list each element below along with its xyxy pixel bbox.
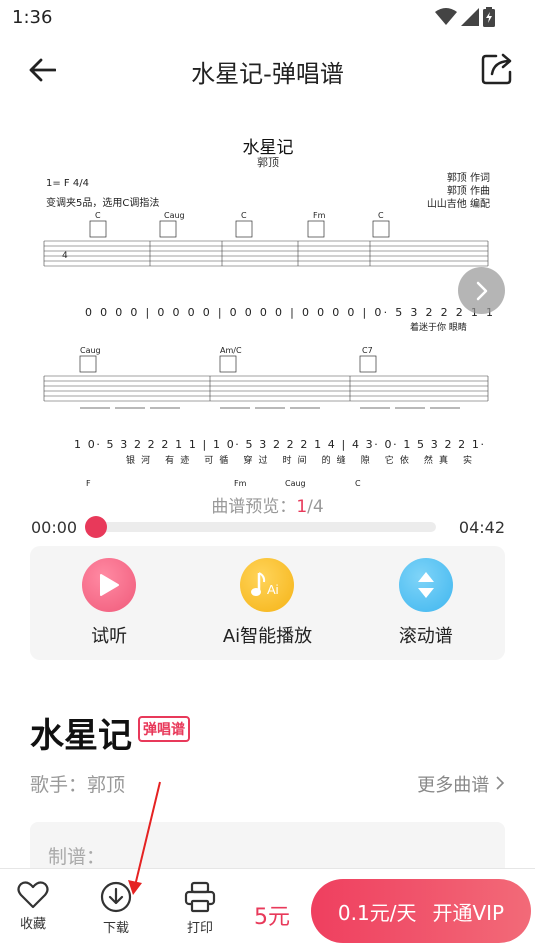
preview-label: 曲谱预览： (211, 497, 297, 517)
song-title: 水星记 (30, 716, 132, 756)
preview-current-page: 1 (296, 497, 308, 517)
sheet-artist: 郭顶 (257, 156, 279, 169)
heart-icon (17, 881, 49, 909)
battery-icon (483, 7, 495, 31)
open-vip-button[interactable]: 0.1元/天 开通VIP (311, 879, 531, 943)
feature-panel: 试听 Ai Ai智能播放 滚动谱 (30, 546, 505, 660)
feature-label: Ai智能播放 (222, 626, 313, 647)
vip-label: 开通VIP (432, 900, 505, 925)
sheet-credits: 郭顶 作词 郭顶 作曲 山山吉他 编配 (427, 172, 490, 211)
annotation-arrow (128, 781, 161, 895)
sheet-credit-music: 郭顶 作曲 (446, 186, 490, 197)
chevron-right-icon (496, 776, 505, 790)
sheet-capo-note: 变调夹5品，选用C调指法 (46, 198, 160, 209)
chord-name: C7 (362, 346, 373, 355)
print-label: 打印 (186, 921, 213, 936)
feature-label: 试听 (91, 626, 128, 647)
singer-label: 歌手：郭顶 (30, 774, 126, 796)
share-button[interactable] (479, 50, 517, 88)
chord-name: Fm (234, 479, 247, 488)
page-title: 水星记-弹唱谱 (191, 60, 344, 88)
current-time: 00:00 (31, 518, 78, 537)
svg-text:4: 4 (62, 251, 68, 261)
signal-icon (461, 8, 479, 30)
more-scores-label: 更多曲谱 (417, 775, 490, 796)
chord-name: F (86, 479, 91, 488)
chord-diagrams-row2 (79, 355, 377, 373)
listen-button[interactable]: 试听 (34, 546, 184, 660)
chord-name: C (355, 479, 361, 488)
print-button[interactable]: 打印 (170, 881, 230, 936)
status-icons (435, 7, 495, 31)
maker-label: 制谱： (48, 846, 106, 868)
next-page-button[interactable] (458, 267, 505, 314)
wifi-icon (435, 8, 457, 30)
sheet-credit-lyrics: 郭顶 作词 (446, 173, 490, 184)
numbered-notation-row1: 0 0 0 0 | 0 0 0 0 | 0 0 0 0 | 0 0 0 0 | … (85, 306, 493, 319)
single-price[interactable]: 5元 (254, 899, 290, 931)
numbered-notation-row2: 1 0· 5 3 2 2 2 1 1 | 1 0· 5 3 2 2 2 1 4 … (74, 438, 484, 451)
chord-name: Caug (80, 346, 101, 355)
ai-music-note-icon: Ai (240, 558, 295, 612)
progress-slider[interactable] (85, 516, 436, 538)
chevron-right-icon (476, 281, 487, 300)
score-type-badge: 弹唱谱 (138, 716, 190, 742)
chord-name: C (241, 211, 247, 220)
chord-name: Fm (313, 211, 326, 220)
svg-text:Ai: Ai (267, 582, 279, 597)
lyrics-row1: 着迷于你 眼睛 (410, 321, 467, 333)
header: 水星记-弹唱谱 (0, 36, 535, 102)
vip-price: 0.1元/天 (337, 900, 417, 925)
share-icon (481, 53, 512, 85)
tab-staff-row1 (43, 240, 489, 267)
bottom-action-bar: 收藏 下载 打印 5元 0.1元/天 开通VIP (0, 868, 535, 951)
chord-name: Caug (285, 479, 306, 488)
status-time: 1:36 (12, 7, 53, 28)
more-scores-link[interactable]: 更多曲谱 (417, 771, 505, 797)
chord-name: C (95, 211, 101, 220)
chord-diagrams-row1 (89, 220, 390, 238)
chord-name: Caug (164, 211, 185, 220)
chord-name: Am/C (220, 346, 242, 355)
preview-page-indicator: 曲谱预览：1/4 (0, 492, 535, 517)
download-label: 下载 (102, 921, 129, 936)
scroll-updown-icon (398, 558, 453, 612)
lyrics-row2: 银河 有迹 可循 穿过 时间 的缝 隙 它依 然真 实 (126, 454, 472, 466)
favorite-button[interactable]: 收藏 (3, 881, 63, 932)
printer-icon (184, 881, 216, 913)
status-bar: 1:36 (0, 0, 535, 36)
guitar-tab-score: C Caug C Fm C 4 0 0 0 0 | 0 0 0 0 | 0 0 … (43, 211, 493, 488)
ai-play-button[interactable]: Ai Ai智能播放 (192, 546, 342, 660)
preview-total-pages: /4 (307, 497, 324, 517)
play-icon (82, 558, 137, 612)
chord-name: C (378, 211, 384, 220)
progress-thumb[interactable] (85, 516, 107, 538)
duration: 04:42 (458, 518, 505, 537)
favorite-label: 收藏 (19, 917, 46, 932)
tab-staff-row2 (43, 375, 489, 402)
sheet-key: 1= F 4/4 (46, 178, 89, 189)
sheet-preview[interactable]: 水星记 郭顶 1= F 4/4 变调夹5品，选用C调指法 郭顶 作词 郭顶 作曲… (40, 128, 496, 490)
scroll-score-button[interactable]: 滚动谱 (351, 546, 501, 660)
feature-label: 滚动谱 (398, 626, 453, 647)
